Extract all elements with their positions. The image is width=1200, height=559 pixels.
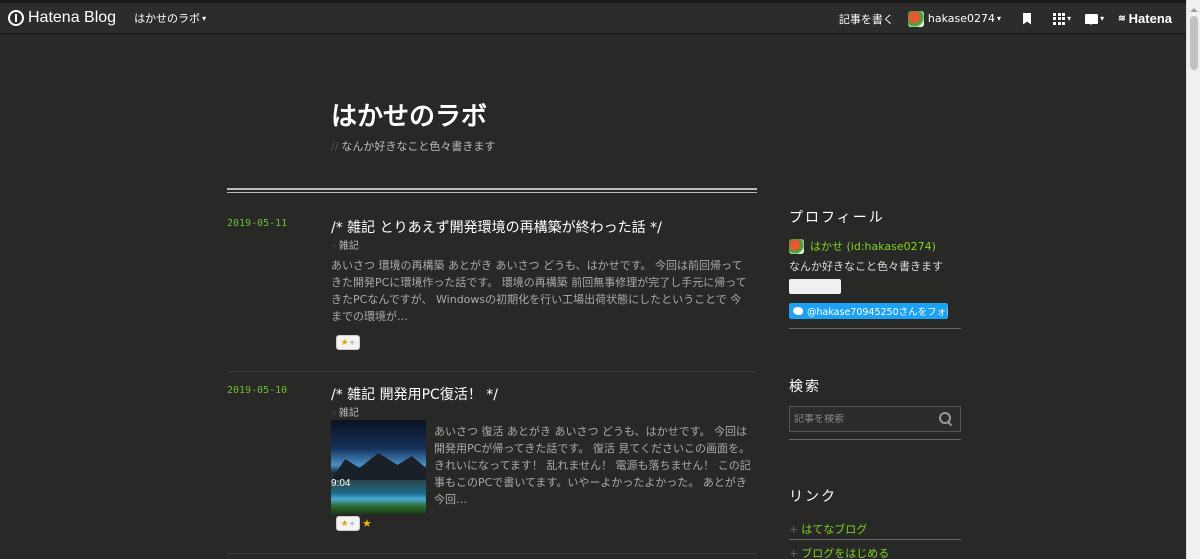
category-bullet: ◦ bbox=[331, 241, 337, 252]
hatena-link[interactable]: ≋ Hatena bbox=[1118, 11, 1172, 26]
apps-menu[interactable]: ▾ bbox=[1053, 12, 1072, 25]
profile-description: なんか好きなこと色々書きます bbox=[789, 260, 943, 273]
hatena-logo-icon bbox=[8, 10, 24, 26]
page-scrollbar[interactable] bbox=[1186, 0, 1200, 559]
search-icon[interactable] bbox=[936, 409, 956, 429]
links-heading: リンク bbox=[789, 489, 837, 505]
blog-menu-label: はかせのラボ bbox=[134, 12, 201, 25]
brand-label: Hatena Blog bbox=[28, 9, 117, 26]
link-hatena-blog[interactable]: + はてなブログ bbox=[789, 521, 867, 537]
category-label: 雑記 bbox=[338, 241, 359, 252]
profile-divider bbox=[789, 328, 961, 329]
entry-divider bbox=[227, 553, 757, 554]
entry-date[interactable]: 2019-05-11 bbox=[227, 218, 287, 229]
search-form bbox=[789, 406, 961, 432]
caret-down-icon: ▾ bbox=[202, 13, 207, 23]
link-label: はてなブログ bbox=[801, 523, 868, 536]
add-star-button[interactable]: ★ + bbox=[336, 516, 360, 531]
subscribe-button[interactable] bbox=[789, 279, 841, 294]
wifi-icon: ≋ bbox=[1118, 13, 1126, 23]
profile-avatar bbox=[789, 238, 804, 254]
entry-title[interactable]: /* 雑記 開発用PC復活！ */ bbox=[331, 384, 498, 404]
link-label: ブログをはじめる bbox=[801, 547, 890, 559]
plus-icon: + bbox=[789, 547, 799, 559]
profile-heading: プロフィール bbox=[789, 210, 885, 226]
entry-title[interactable]: /* 雑記 とりあえず開発環境の再構築が終わった話 */ bbox=[331, 217, 662, 237]
entry-excerpt: あいさつ 復活 あとがき あいさつ どうも、はかせです。 今回は開発用PCが帰っ… bbox=[434, 425, 751, 506]
entry-thumbnail[interactable]: 9:04 bbox=[331, 420, 426, 514]
hatena-blog-logo[interactable]: Hatena Blog bbox=[8, 9, 116, 27]
global-header: Hatena Blog はかせのラボ ▾ 記事を書く hakase0274 ▾ … bbox=[0, 0, 1186, 34]
scroll-thumb[interactable] bbox=[1190, 16, 1198, 70]
add-star-button[interactable]: ★ + bbox=[336, 335, 360, 350]
link-divider bbox=[789, 539, 961, 540]
header-actions: 記事を書く hakase0274 ▾ ▾ ▾ ≋ Hatena bbox=[825, 3, 1186, 34]
grid-icon bbox=[1053, 12, 1066, 25]
entry-date[interactable]: 2019-05-10 bbox=[227, 385, 287, 396]
user-menu[interactable]: hakase0274 ▾ bbox=[907, 10, 1002, 27]
desc-text: なんか好きなこと色々書きます bbox=[341, 140, 496, 153]
user-avatar bbox=[907, 10, 924, 27]
caret-down-icon: ▾ bbox=[1100, 14, 1105, 23]
write-article-button[interactable]: 記事を書く bbox=[839, 11, 894, 27]
scroll-up-icon[interactable] bbox=[1190, 4, 1198, 12]
search-input[interactable] bbox=[790, 413, 936, 425]
category-bullet: ◦ bbox=[331, 408, 337, 419]
notifications-menu[interactable]: ▾ bbox=[1085, 13, 1105, 25]
username: hakase0274 bbox=[927, 12, 996, 25]
desc-marker: // bbox=[331, 140, 339, 153]
profile-name: はかせ (id:hakase0274) bbox=[810, 240, 936, 253]
twitter-bird-icon bbox=[793, 307, 803, 315]
bookmark-icon[interactable] bbox=[1023, 12, 1032, 25]
twitter-follow-button[interactable]: @hakase70945250さんをフォロー bbox=[789, 303, 948, 319]
blog-description: //なんか好きなこと色々書きます bbox=[331, 138, 495, 154]
entry-divider bbox=[227, 371, 757, 372]
entry-category[interactable]: ◦ 雑記 bbox=[331, 237, 359, 252]
caret-down-icon: ▾ bbox=[997, 14, 1002, 23]
hatena-label: Hatena bbox=[1128, 11, 1172, 26]
search-heading: 検索 bbox=[789, 379, 821, 395]
thumbnail-mountains bbox=[331, 453, 426, 480]
blog-menu-dropdown[interactable]: はかせのラボ ▾ bbox=[134, 10, 206, 26]
thumbnail-clock: 9:04 bbox=[331, 478, 351, 489]
search-divider bbox=[789, 439, 961, 440]
blog-title[interactable]: はかせのラボ bbox=[331, 96, 487, 133]
category-label: 雑記 bbox=[338, 408, 359, 419]
star-icon[interactable]: ★ bbox=[362, 517, 372, 530]
entry-category[interactable]: ◦ 雑記 bbox=[331, 404, 359, 419]
link-start-blog[interactable]: + ブログをはじめる bbox=[789, 545, 889, 559]
caret-down-icon: ▾ bbox=[1067, 14, 1072, 23]
comment-icon bbox=[1085, 13, 1099, 25]
entry-excerpt: あいさつ 環境の再構築 あとがき あいさつ どうも、はかせです。 今回は前回帰っ… bbox=[331, 259, 747, 323]
profile-link[interactable]: はかせ (id:hakase0274) bbox=[789, 238, 936, 254]
plus-icon: + bbox=[789, 523, 799, 536]
twitter-follow-label: @hakase70945250さんをフォロー bbox=[807, 307, 948, 318]
header-divider bbox=[227, 188, 757, 193]
